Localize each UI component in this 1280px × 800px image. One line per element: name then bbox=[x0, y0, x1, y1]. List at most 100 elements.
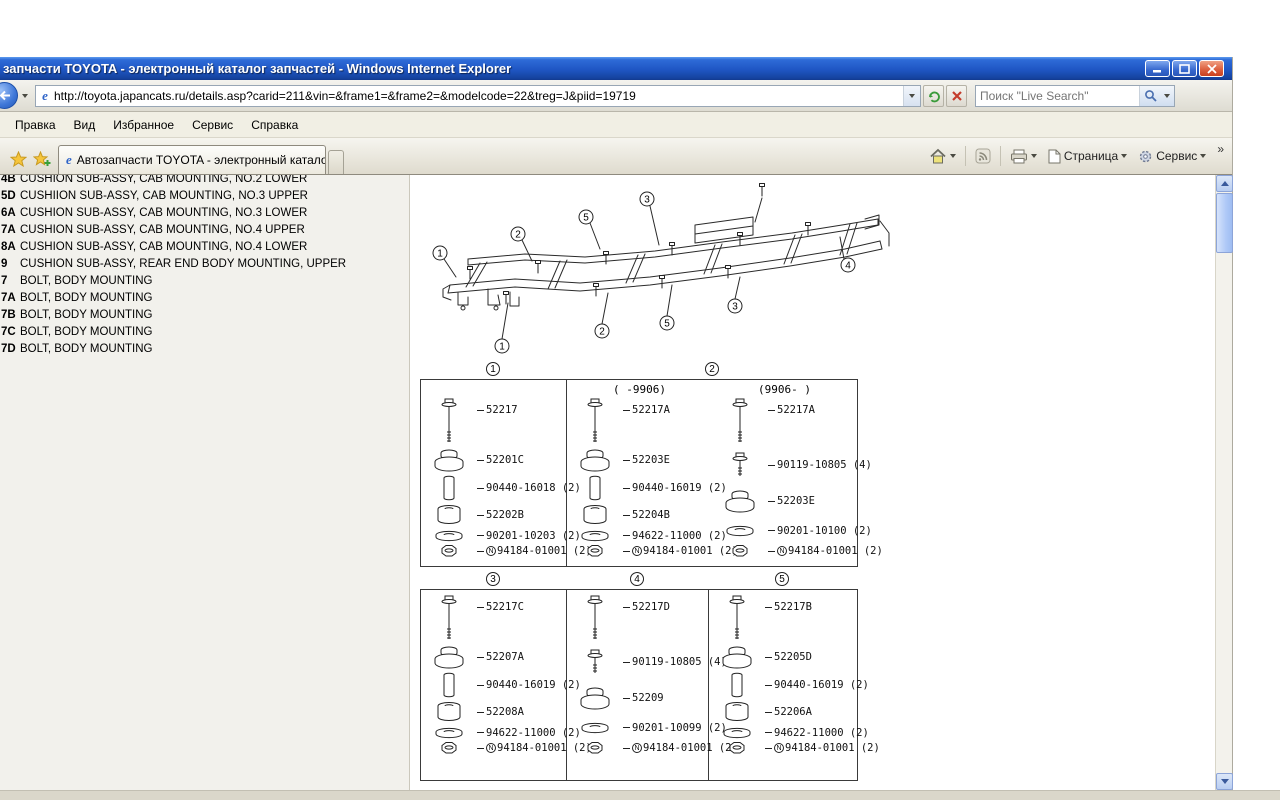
chevron-down-icon bbox=[1164, 94, 1170, 98]
minimize-button[interactable] bbox=[1145, 60, 1170, 77]
tab-bar: e Автозапчасти TOYOTA - электронный ката… bbox=[0, 138, 1232, 175]
parts-column: 52217C 52207A 90440-16019 (2) 52208A 946… bbox=[421, 590, 567, 780]
url-text[interactable]: http://toyota.japancats.ru/details.asp?c… bbox=[54, 89, 903, 103]
printer-icon bbox=[1010, 149, 1028, 164]
part-name: CUSHION SUB-ASSY, CAB MOUNTING, NO.2 LOW… bbox=[20, 175, 307, 185]
scrollbar-thumb[interactable] bbox=[1216, 193, 1233, 253]
search-button[interactable] bbox=[1139, 86, 1160, 106]
page-icon bbox=[1048, 149, 1061, 164]
table-callout: 3 bbox=[486, 572, 500, 586]
diagram-callout: 5 bbox=[583, 213, 589, 224]
scroll-up-button[interactable] bbox=[1216, 175, 1233, 192]
search-icon bbox=[1144, 89, 1157, 102]
maximize-icon bbox=[1179, 64, 1190, 74]
address-dropdown[interactable] bbox=[903, 86, 920, 106]
menu-view[interactable]: Вид bbox=[65, 115, 105, 135]
chevron-down-icon bbox=[22, 94, 28, 98]
parts-list-row[interactable]: 4B CUSHION SUB-ASSY, CAB MOUNTING, NO.2 … bbox=[1, 175, 409, 190]
nut-icon bbox=[726, 741, 748, 755]
part-name: CUSHION SUB-ASSY, CAB MOUNTING, NO.4 LOW… bbox=[20, 241, 307, 253]
cushion-lower-icon bbox=[434, 701, 464, 723]
part-label: 52203E bbox=[623, 454, 670, 466]
part-label: 52208A bbox=[477, 706, 524, 718]
search-box bbox=[975, 85, 1175, 107]
page-menu-button[interactable]: Страница bbox=[1044, 146, 1131, 167]
toolbar-overflow-button[interactable]: » bbox=[1213, 142, 1226, 170]
flange-bolt-icon bbox=[728, 452, 752, 478]
part-label: 52204B bbox=[623, 509, 670, 521]
minimize-icon bbox=[1152, 64, 1163, 73]
nut-icon bbox=[438, 741, 460, 755]
nut-symbol: N bbox=[632, 743, 642, 753]
parts-list-row[interactable]: 8A CUSHION SUB-ASSY, CAB MOUNTING, NO.4 … bbox=[1, 241, 409, 258]
parts-list-row[interactable]: 7A CUSHION SUB-ASSY, CAB MOUNTING, NO.4 … bbox=[1, 224, 409, 241]
table-callout: 4 bbox=[630, 572, 644, 586]
part-code: 7B bbox=[1, 309, 18, 321]
table-callout: 5 bbox=[775, 572, 789, 586]
parts-list-row[interactable]: 6A CUSHION SUB-ASSY, CAB MOUNTING, NO.3 … bbox=[1, 207, 409, 224]
tab-active[interactable]: e Автозапчасти TOYOTA - электронный ката… bbox=[58, 145, 326, 174]
vertical-scrollbar[interactable] bbox=[1215, 175, 1232, 790]
add-favorite-button[interactable] bbox=[30, 146, 54, 172]
maximize-button[interactable] bbox=[1172, 60, 1197, 77]
parts-list-row[interactable]: 7D BOLT, BODY MOUNTING bbox=[1, 343, 409, 360]
parts-list-row[interactable]: 7 BOLT, BODY MOUNTING bbox=[1, 275, 409, 292]
parts-list-row[interactable]: 9 CUSHION SUB-ASSY, REAR END BODY MOUNTI… bbox=[1, 258, 409, 275]
stop-button[interactable] bbox=[946, 85, 967, 107]
nut-symbol: N bbox=[632, 546, 642, 556]
part-code: 6A bbox=[1, 207, 18, 219]
diagram-callout: 2 bbox=[599, 327, 605, 338]
new-tab-button[interactable] bbox=[328, 150, 344, 174]
favorites-center-button[interactable] bbox=[6, 146, 30, 172]
bolt-icon bbox=[583, 595, 607, 641]
home-button[interactable] bbox=[925, 145, 960, 167]
nut-icon bbox=[584, 544, 606, 558]
part-name: BOLT, BODY MOUNTING bbox=[20, 326, 152, 338]
close-button[interactable] bbox=[1199, 60, 1224, 77]
history-dropdown[interactable] bbox=[18, 86, 31, 106]
print-button[interactable] bbox=[1006, 146, 1041, 167]
back-button[interactable] bbox=[0, 82, 18, 109]
table-callout: 2 bbox=[705, 362, 719, 376]
part-name: BOLT, BODY MOUNTING bbox=[20, 309, 152, 321]
refresh-button[interactable] bbox=[923, 85, 944, 107]
parts-list-row[interactable]: 7B BOLT, BODY MOUNTING bbox=[1, 309, 409, 326]
menu-edit[interactable]: Правка bbox=[6, 115, 65, 135]
address-field[interactable]: e http://toyota.japancats.ru/details.asp… bbox=[35, 85, 921, 107]
part-label: 90201-10203 (2) bbox=[477, 530, 581, 542]
part-label: 90201-10100 (2) bbox=[768, 525, 872, 537]
cushion-icon bbox=[723, 488, 757, 514]
part-label: 52217 bbox=[477, 404, 518, 416]
menu-favorites[interactable]: Избранное bbox=[104, 115, 183, 135]
tools-menu-label: Сервис bbox=[1156, 149, 1197, 163]
part-label: 94622-11000 (2) bbox=[477, 727, 581, 739]
part-label: 52207A bbox=[477, 651, 524, 663]
menu-tools[interactable]: Сервис bbox=[183, 115, 242, 135]
separator bbox=[965, 146, 966, 166]
search-options-dropdown[interactable] bbox=[1160, 86, 1174, 106]
ie-tab-icon: e bbox=[66, 153, 72, 167]
part-code: 7 bbox=[1, 275, 18, 287]
close-icon bbox=[1207, 64, 1217, 74]
address-bar: e http://toyota.japancats.ru/details.asp… bbox=[0, 80, 1232, 112]
menu-help[interactable]: Справка bbox=[242, 115, 307, 135]
title-bar[interactable]: запчасти TOYOTA - электронный каталог за… bbox=[0, 57, 1232, 80]
parts-column: ( -9906) 52217A 52203E 90440-16019 (2) 5… bbox=[567, 380, 712, 566]
parts-list-row[interactable]: 7A BOLT, BODY MOUNTING bbox=[1, 292, 409, 309]
refresh-icon bbox=[927, 89, 941, 103]
menu-bar: Правка Вид Избранное Сервис Справка bbox=[0, 112, 1232, 138]
search-input[interactable] bbox=[976, 89, 1139, 103]
cushion-lower-icon bbox=[434, 504, 464, 526]
part-label: 90119-10805 (4) bbox=[768, 459, 872, 471]
tools-menu-button[interactable]: Сервис bbox=[1134, 146, 1210, 167]
page-content: 4B CUSHION SUB-ASSY, CAB MOUNTING, NO.2 … bbox=[0, 175, 1232, 790]
diagram-callout: 2 bbox=[515, 230, 521, 241]
nut-symbol: N bbox=[486, 743, 496, 753]
parts-list-row[interactable]: 7C BOLT, BODY MOUNTING bbox=[1, 326, 409, 343]
parts-list-row[interactable]: 5D CUSHIION SUB-ASSY, CAB MOUNTING, NO.3… bbox=[1, 190, 409, 207]
scroll-down-button[interactable] bbox=[1216, 773, 1233, 790]
column-header: (9906- ) bbox=[712, 383, 857, 396]
window-title: запчасти TOYOTA - электронный каталог за… bbox=[3, 61, 511, 76]
feeds-button[interactable] bbox=[971, 145, 995, 167]
star-plus-icon bbox=[33, 151, 51, 167]
